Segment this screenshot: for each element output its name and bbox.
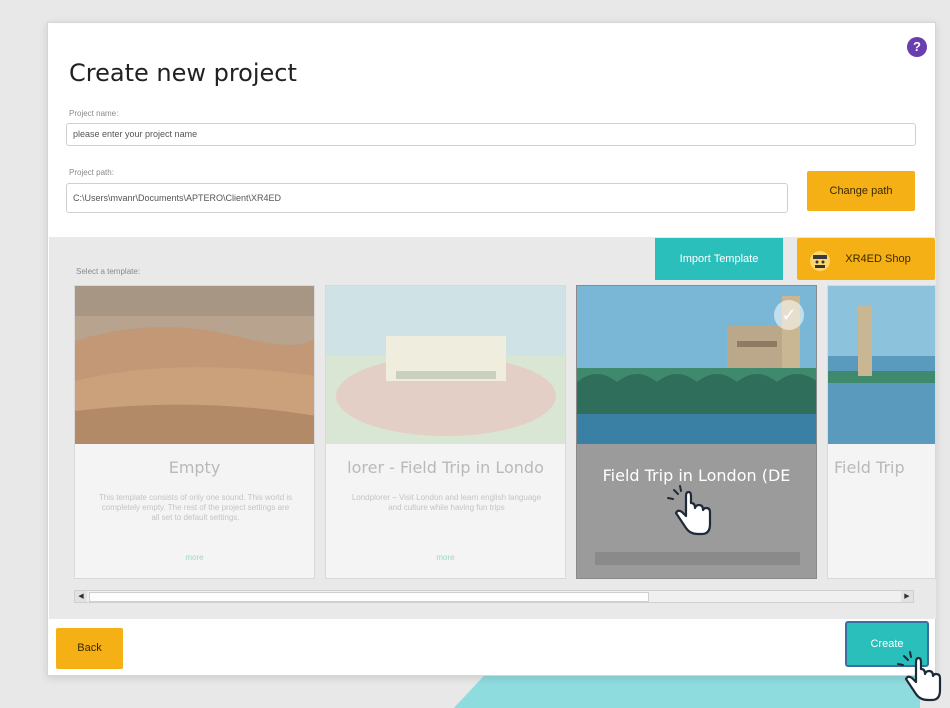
dialog-title: Create new project [69, 59, 297, 87]
template-thumbnail-desert [75, 286, 314, 444]
template-card-empty[interactable]: Empty This template consists of only one… [74, 285, 315, 579]
scroll-thumb[interactable] [89, 592, 649, 602]
back-button[interactable]: Back [56, 628, 123, 669]
create-project-dialog: Create new project ? Project name: pleas… [47, 22, 936, 676]
project-name-input[interactable]: please enter your project name [66, 123, 916, 146]
project-name-label: Project name: [69, 109, 119, 118]
template-description: Londplorer – Visit London and learn engl… [351, 493, 542, 512]
help-icon[interactable]: ? [907, 37, 927, 57]
template-thumbnail-bridge-2 [828, 286, 935, 444]
template-name: Field Trip [834, 458, 905, 477]
template-progress-bar [595, 552, 800, 565]
template-more-link[interactable]: more [326, 553, 565, 562]
template-card-field-trip[interactable]: Field Trip [827, 285, 936, 579]
template-thumbnail-plaza [326, 286, 565, 444]
template-card-londplorer[interactable]: lorer - Field Trip in Londo Londplorer –… [325, 285, 566, 579]
template-more-link[interactable]: more [75, 553, 314, 562]
template-name: lorer - Field Trip in Londo [347, 458, 544, 477]
project-path-input[interactable]: C:\Users\mvanr\Documents\APTERO\Client\X… [66, 183, 788, 213]
template-name: Empty [168, 458, 221, 477]
scroll-right-icon[interactable]: ▶ [901, 591, 913, 602]
template-area: Select a template: Import Template XR4ED… [49, 237, 936, 619]
change-path-button[interactable]: Change path [807, 171, 915, 211]
check-icon: ✓ [774, 300, 804, 330]
scroll-left-icon[interactable]: ◀ [75, 591, 87, 602]
hand-pointer-icon [660, 482, 720, 542]
template-description: This template consists of only one sound… [98, 493, 293, 522]
shop-avatar-icon [809, 248, 831, 271]
shop-button[interactable]: XR4ED Shop [797, 238, 935, 280]
shop-label: XR4ED Shop [845, 253, 911, 265]
hand-pointer-icon [890, 648, 950, 708]
project-path-label: Project path: [69, 168, 114, 177]
select-template-label: Select a template: [76, 267, 141, 276]
import-template-button[interactable]: Import Template [655, 238, 783, 280]
decorative-teal-shape [450, 672, 920, 708]
template-scrollbar[interactable]: ◀ ▶ [74, 590, 914, 603]
